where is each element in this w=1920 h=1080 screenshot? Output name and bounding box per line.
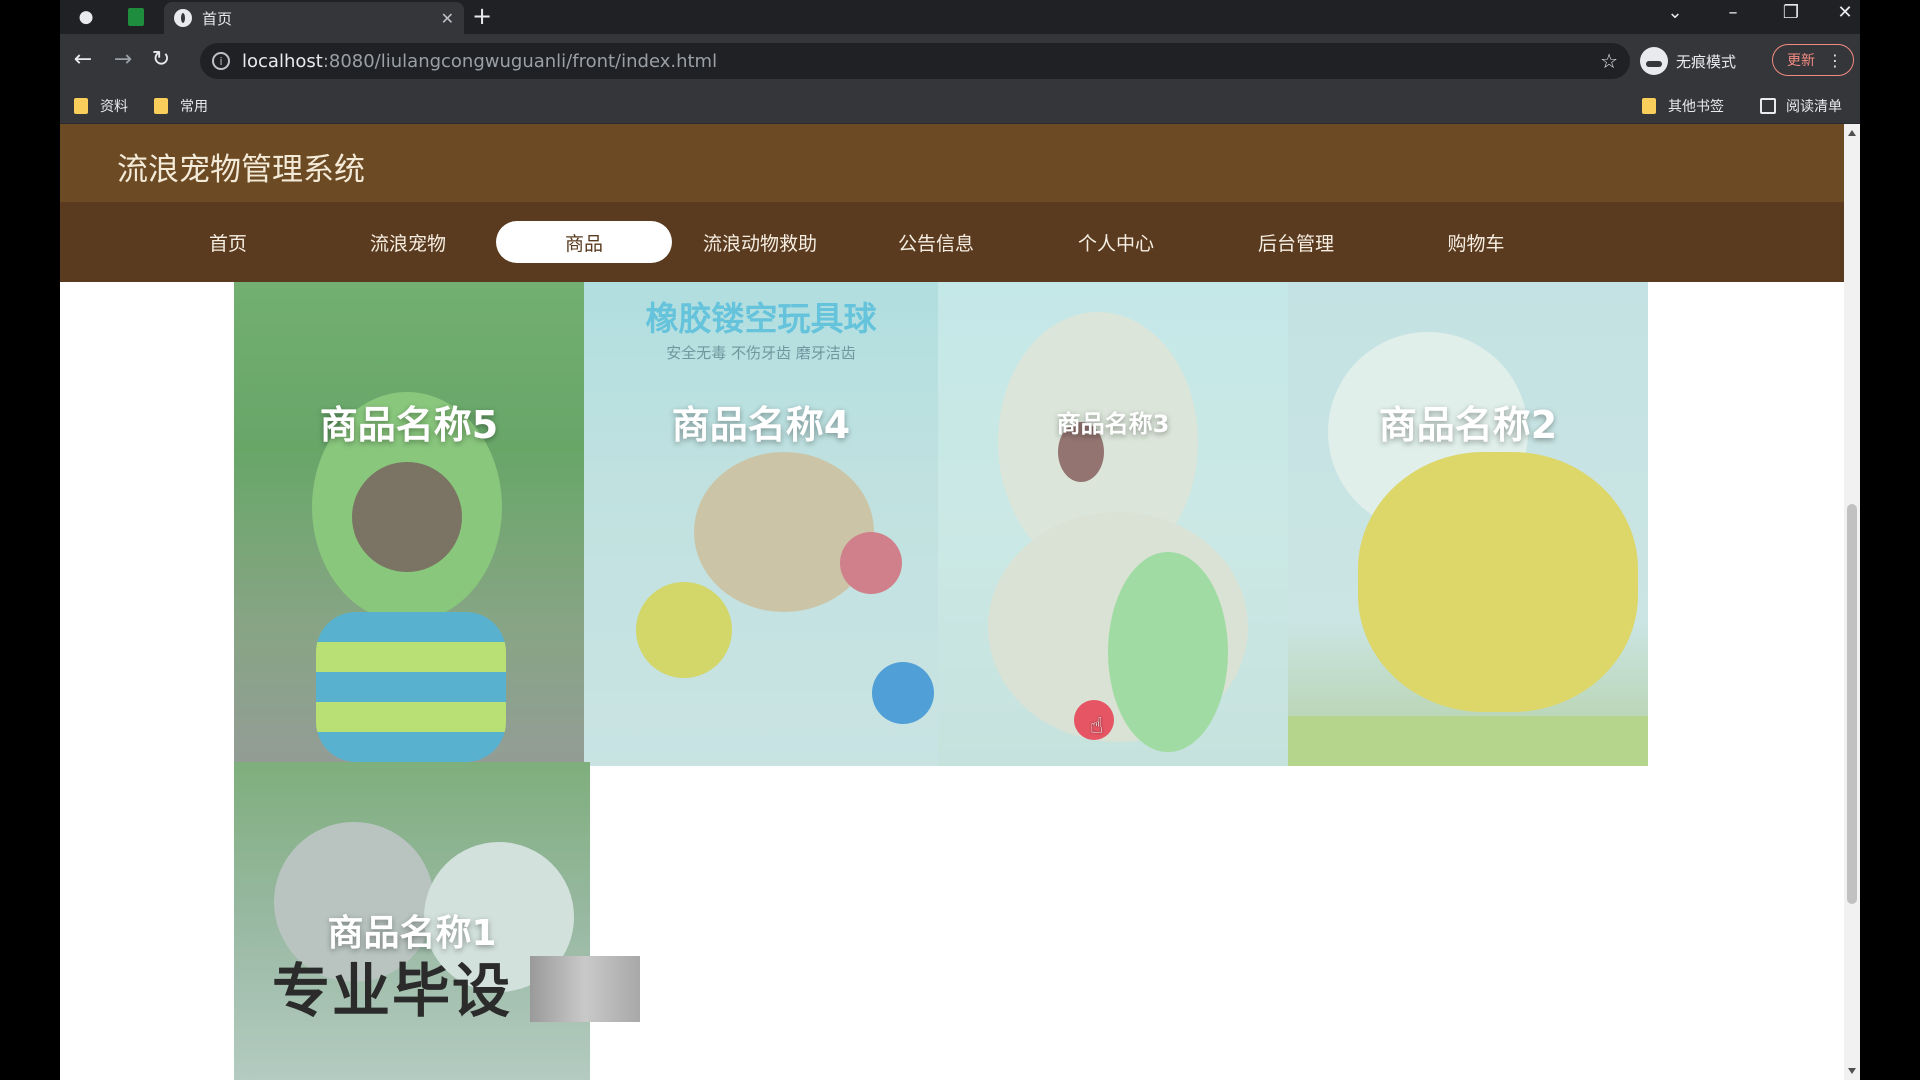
nav-item-stray-pets[interactable]: 流浪宠物 (320, 221, 496, 263)
reload-icon[interactable]: ↻ (148, 48, 174, 72)
bookmark-folder-changyong[interactable]: 常用 (154, 96, 208, 116)
product-name: 商品名称3 (1056, 410, 1170, 438)
forward-icon[interactable]: → (110, 48, 136, 72)
tab-home[interactable]: 首页 ✕ (164, 2, 464, 34)
nav-item-admin[interactable]: 后台管理 (1208, 221, 1384, 263)
globe-icon (174, 9, 192, 27)
mosaic-blur (530, 956, 640, 1022)
site-header: 流浪宠物管理系统 (60, 124, 1844, 202)
url-host: localhost (242, 50, 323, 72)
url-path: :8080/liulangcongwuguanli/front/index.ht… (322, 50, 718, 72)
incognito-label: 无痕模式 (1676, 52, 1737, 71)
globe-icon[interactable]: ● (74, 5, 98, 29)
pointer-hand-icon: ☝ (1090, 714, 1104, 739)
close-window-icon[interactable]: ✕ (1830, 2, 1860, 23)
address-bar[interactable]: i localhost:8080/liulangcongwuguanli/fro… (200, 43, 1630, 79)
sheets-icon[interactable] (124, 5, 148, 29)
watermark-text: 专业毕设 (272, 957, 513, 1025)
folder-icon (74, 98, 88, 114)
folder-icon (154, 98, 168, 114)
close-icon[interactable]: ✕ (441, 9, 454, 28)
nav-item-profile[interactable]: 个人中心 (1028, 221, 1204, 263)
nav-item-cart[interactable]: 购物车 (1388, 221, 1564, 263)
bookmark-label: 其他书签 (1668, 99, 1724, 115)
reading-list-button[interactable]: 阅读清单 (1760, 96, 1842, 116)
bookmark-label: 常用 (180, 99, 208, 115)
product-name: 商品名称5 (319, 403, 499, 447)
bookmark-label: 资料 (100, 99, 128, 115)
update-button[interactable]: 更新 ⋮ (1772, 44, 1854, 76)
reading-list-icon (1760, 98, 1776, 114)
incognito-indicator[interactable]: 无痕模式 (1640, 44, 1736, 78)
tab-title: 首页 (202, 9, 233, 28)
product-card[interactable]: 商品名称1 (234, 762, 590, 1080)
product-card[interactable]: 商品名称2 (1288, 282, 1648, 766)
address-toolbar: ← → ↻ i localhost:8080/liulangcongwuguan… (60, 34, 1860, 88)
page-scrollbar[interactable] (1844, 124, 1860, 1080)
menu-dots-icon[interactable]: ⋮ (1827, 51, 1843, 70)
update-label: 更新 (1787, 53, 1815, 69)
bookmark-folder-other[interactable]: 其他书签 (1642, 96, 1724, 116)
minimize-icon[interactable]: – (1718, 2, 1748, 23)
bookmark-folder-ziliao[interactable]: 资料 (74, 96, 128, 116)
site-nav: 首页 流浪宠物 商品 流浪动物救助 公告信息 个人中心 后台管理 购物车 (60, 202, 1844, 282)
nav-item-rescue[interactable]: 流浪动物救助 (672, 221, 848, 263)
browser-window: ● 首页 ✕ + ⌄ – ❐ ✕ ← → ↻ i localhost:8080/… (60, 0, 1860, 1080)
tab-strip: ● 首页 ✕ + ⌄ – ❐ ✕ (60, 0, 1860, 34)
product-card[interactable]: 商品名称3 (938, 282, 1288, 766)
nav-item-products[interactable]: 商品 (496, 221, 672, 263)
back-icon[interactable]: ← (70, 48, 96, 72)
incognito-icon (1640, 47, 1668, 75)
product-card[interactable]: 橡胶镂空玩具球 安全无毒 不伤牙齿 磨牙洁齿 商品名称4 (584, 282, 938, 766)
chevron-down-icon[interactable]: ⌄ (1660, 2, 1690, 23)
product-card[interactable]: 商品名称5 (234, 282, 584, 762)
nav-item-home[interactable]: 首页 (140, 221, 316, 263)
bookmarks-bar: 资料 常用 其他书签 阅读清单 (60, 88, 1860, 124)
product-name: 商品名称2 (1378, 403, 1558, 447)
site-title: 流浪宠物管理系统 (117, 152, 365, 188)
scroll-up-icon[interactable] (1848, 130, 1856, 136)
new-tab-button[interactable]: + (472, 4, 492, 28)
nav-item-announcements[interactable]: 公告信息 (848, 221, 1024, 263)
page-viewport: 流浪宠物管理系统 首页 流浪宠物 商品 流浪动物救助 公告信息 个人中心 后台管… (60, 124, 1844, 1080)
scroll-down-icon[interactable] (1848, 1068, 1856, 1074)
restore-icon[interactable]: ❐ (1776, 2, 1806, 23)
bookmark-label: 阅读清单 (1786, 99, 1842, 115)
product-name: 商品名称4 (671, 403, 851, 447)
scrollbar-thumb[interactable] (1847, 504, 1857, 904)
star-icon[interactable]: ☆ (1600, 49, 1618, 73)
folder-icon (1642, 98, 1656, 114)
info-icon[interactable]: i (212, 52, 230, 70)
